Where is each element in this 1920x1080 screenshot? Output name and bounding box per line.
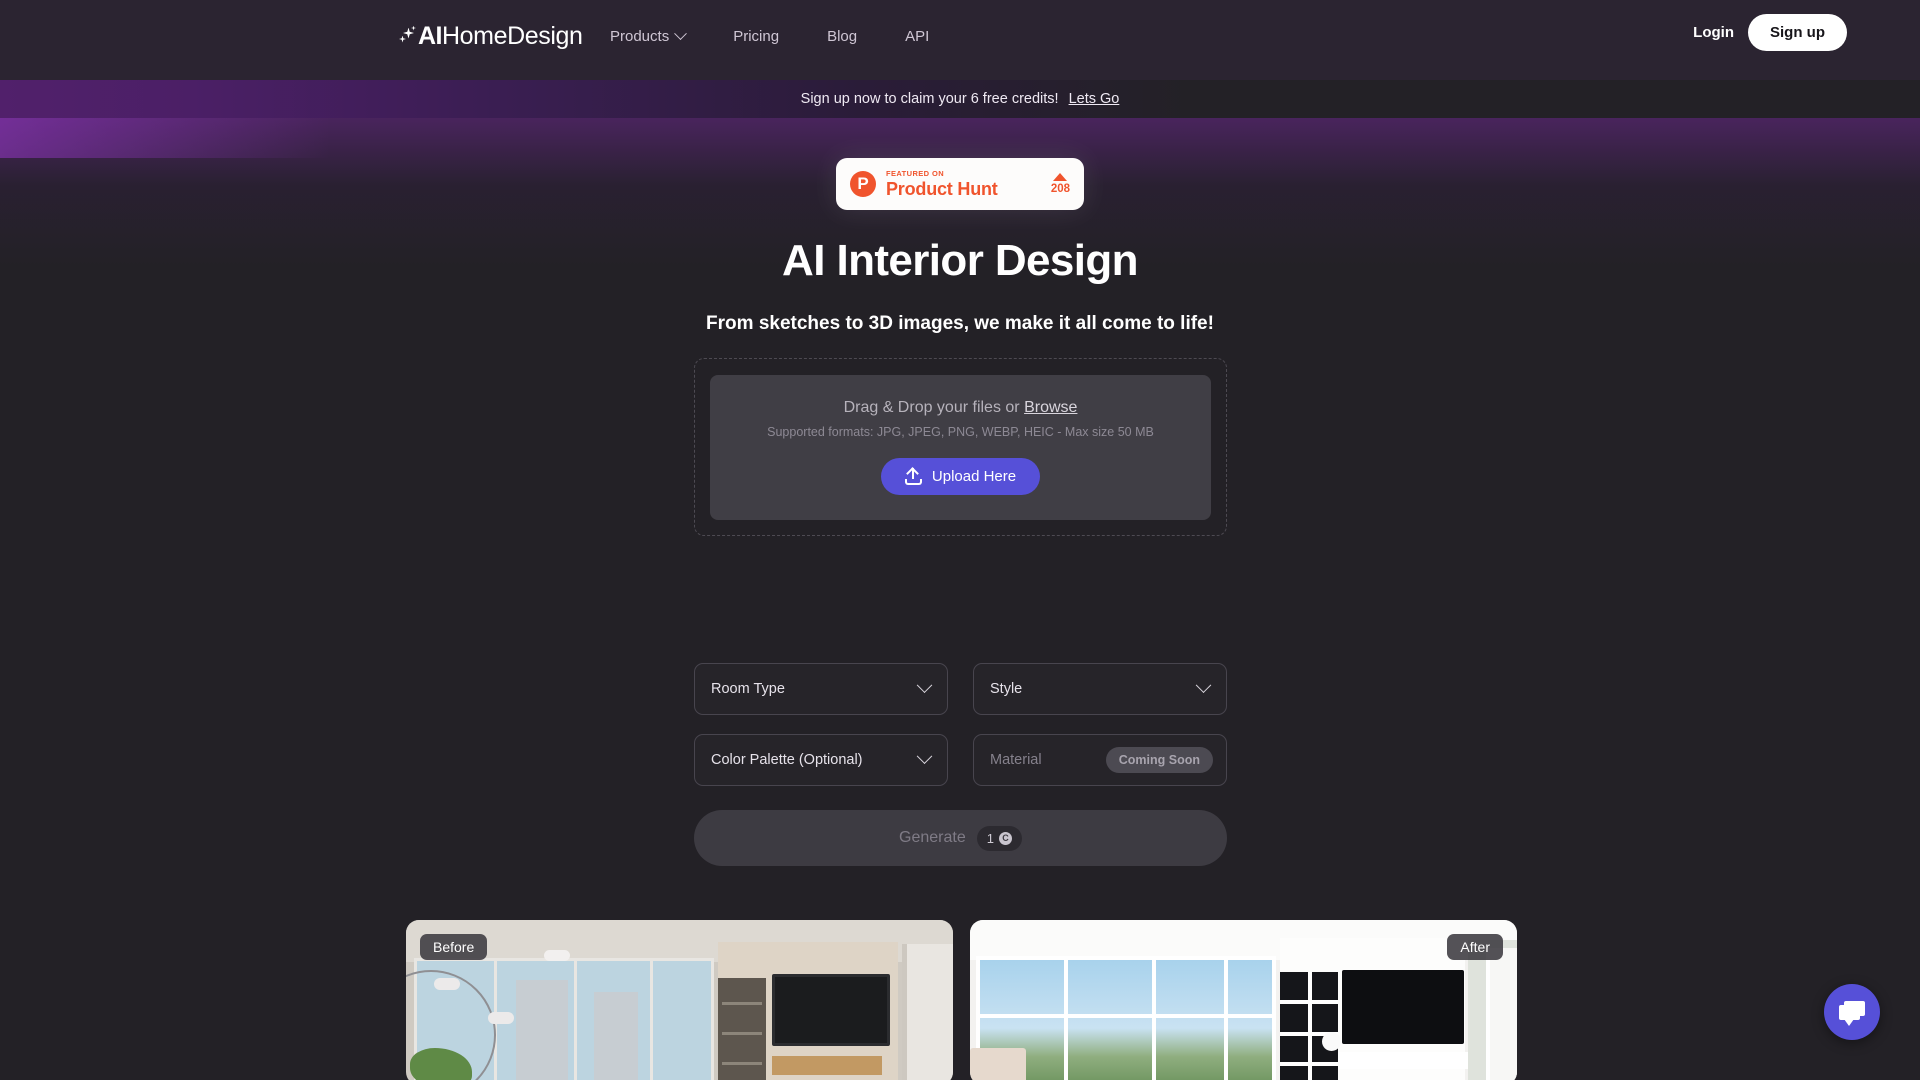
auth-actions: Login Sign up <box>1693 14 1847 51</box>
chat-widget-button[interactable] <box>1824 984 1880 1040</box>
sparkle-icon <box>399 25 417 48</box>
nav-item-products[interactable]: Products <box>610 27 688 45</box>
credit-count: 1 <box>986 830 994 846</box>
generate-button[interactable]: Generate 1 C <box>694 810 1227 866</box>
upload-icon <box>904 466 922 485</box>
product-hunt-votes: 208 <box>1051 173 1070 195</box>
nav-item-blog[interactable]: Blog <box>827 28 857 45</box>
before-after-section: Before After <box>0 920 1920 1080</box>
credit-cost-badge: 1 C <box>976 825 1022 851</box>
product-hunt-featured-label: FEATURED ON <box>886 168 945 178</box>
logo-prefix: AI <box>418 22 443 50</box>
login-link[interactable]: Login <box>1693 24 1734 41</box>
chevron-down-icon <box>1195 676 1212 693</box>
chevron-down-icon <box>674 27 688 41</box>
chevron-down-icon <box>916 747 933 764</box>
material-select: Material Coming Soon <box>973 734 1227 786</box>
nav-label: API <box>905 28 930 45</box>
supported-formats-text: Supported formats: JPG, JPEG, PNG, WEBP,… <box>767 425 1154 439</box>
after-image-card[interactable]: After <box>970 920 1517 1080</box>
after-room-photo <box>970 920 1517 1080</box>
logo-suffix: HomeDesign <box>442 22 583 50</box>
nav-item-api[interactable]: API <box>905 28 929 45</box>
product-hunt-name: Product Hunt <box>886 178 998 199</box>
room-type-label: Room Type <box>711 681 785 697</box>
nav-label: Products <box>610 28 670 45</box>
upload-dropzone-inner: Drag & Drop your files or Browse Support… <box>710 374 1211 520</box>
color-palette-label: Color Palette (Optional) <box>711 752 863 768</box>
product-hunt-logo-icon: P <box>850 171 876 197</box>
style-select[interactable]: Style <box>973 663 1227 715</box>
upload-button-label: Upload Here <box>931 468 1017 485</box>
browse-link[interactable]: Browse <box>1024 399 1077 416</box>
page-root: AI HomeDesign Products Pricing Blog API … <box>0 0 1920 1080</box>
before-room-photo <box>406 920 953 1080</box>
dropzone-text: Drag & Drop your files or <box>843 399 1025 416</box>
upvote-count: 208 <box>1050 183 1070 195</box>
style-label: Style <box>990 681 1023 697</box>
chevron-down-icon <box>916 676 933 693</box>
promo-cta-link[interactable]: Lets Go <box>1069 91 1120 107</box>
before-image-card[interactable]: Before <box>406 920 953 1080</box>
nav-item-pricing[interactable]: Pricing <box>733 28 779 45</box>
coming-soon-badge: Coming Soon <box>1105 747 1213 773</box>
nav-label: Pricing <box>733 28 780 45</box>
generate-label: Generate <box>899 829 966 846</box>
site-header: AI HomeDesign Products Pricing Blog API … <box>0 0 1920 80</box>
nav-label: Blog <box>827 28 858 45</box>
page-subtitle: From sketches to 3D images, we make it a… <box>706 313 1214 334</box>
upvote-triangle-icon <box>1053 173 1068 181</box>
logo[interactable]: AI HomeDesign <box>399 22 583 51</box>
promo-banner: Sign up now to claim your 6 free credits… <box>0 80 1920 118</box>
product-hunt-badge[interactable]: P FEATURED ON Product Hunt 208 <box>836 158 1084 210</box>
page-title: AI Interior Design <box>782 236 1139 285</box>
options-grid: Room Type Style Color Palette (Optional)… <box>694 663 1227 805</box>
upload-dropzone[interactable]: Drag & Drop your files or Browse Support… <box>694 358 1227 536</box>
room-type-select[interactable]: Room Type <box>694 663 948 715</box>
main-nav: Products Pricing Blog API <box>610 27 929 45</box>
color-palette-select[interactable]: Color Palette (Optional) <box>694 734 948 786</box>
material-label: Material <box>990 752 1042 768</box>
options-row-2: Color Palette (Optional) Material Coming… <box>694 734 1227 786</box>
signup-button[interactable]: Sign up <box>1748 14 1847 51</box>
dropzone-instruction: Drag & Drop your files or Browse <box>844 399 1078 417</box>
upload-here-button[interactable]: Upload Here <box>880 458 1041 495</box>
after-label: After <box>1447 934 1503 960</box>
options-row-1: Room Type Style <box>694 663 1227 715</box>
background-glow-left <box>0 118 330 158</box>
credit-coin-icon: C <box>998 831 1012 845</box>
before-label: Before <box>420 934 488 960</box>
product-hunt-text: FEATURED ON Product Hunt <box>886 169 1051 200</box>
promo-text: Sign up now to claim your 6 free credits… <box>800 91 1059 107</box>
